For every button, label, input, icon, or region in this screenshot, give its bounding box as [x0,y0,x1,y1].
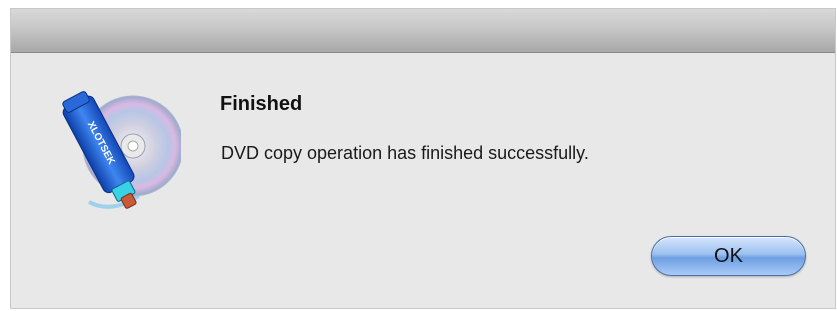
dvd-copy-app-icon: XLOTSEK [51,84,184,224]
dialog-title: Finished [220,93,303,115]
dialog-message: DVD copy operation has finished successf… [221,143,589,163]
alert-dialog: XLOTSEK Finished DVD copy operation has … [10,8,836,309]
ok-button[interactable]: OK [651,236,806,276]
title-bar[interactable] [11,9,835,53]
